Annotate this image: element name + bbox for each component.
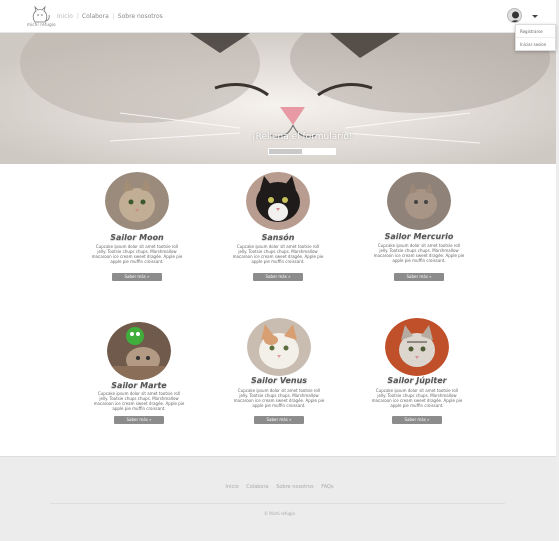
footer-link-inicio[interactable]: Inicio [225,484,238,490]
cat-photo-sailor-mercurio [387,172,451,230]
page-footer: Inicio Colabora Sobre nosotros FAQs © Mi… [0,456,559,541]
nav-item-sobre-nosotros[interactable]: Sobre nosotros [118,13,163,20]
cat-name: Sailor Júpiter [387,376,447,385]
footer-link-colabora[interactable]: Colabora [246,484,268,490]
cat-description: Cupcake ipsum dolor sit amet tootsie rol… [232,244,324,264]
saber-mas-button[interactable]: Saber más » [394,273,444,281]
cat-photo-sailor-venus [247,318,311,376]
cat-photo-sailor-marte [107,322,171,380]
saber-mas-button[interactable]: Saber más » [254,416,304,424]
saber-mas-button[interactable]: Saber más » [253,273,303,281]
top-navbar: michi refugio Inicio | Colabora | Sobre noso… [0,0,559,33]
nav-item-inicio[interactable]: Inicio [57,13,73,20]
menu-item-iniciar-sesion[interactable]: Iniciar sesion [516,37,555,49]
footer-link-sobre-nosotros[interactable]: Sobre nosotros [276,484,313,490]
saber-mas-button[interactable]: Saber más » [114,416,164,424]
cat-photo-sailor-moon [105,172,169,230]
user-dropdown-menu: Registrarse Iniciar sesion [515,24,556,51]
hero-cat-image [0,33,559,164]
footer-link-faqs[interactable]: FAQs [321,484,333,490]
brand-name: michi refugio [27,22,56,27]
saber-mas-button[interactable]: Saber más » [112,273,162,281]
cat-name: Sailor Moon [110,233,164,242]
hero-title: ¡Rellena el formulario! [252,132,353,142]
cat-name: Sailor Venus [250,376,308,385]
chevron-down-icon[interactable] [532,15,538,18]
footer-nav: Inicio Colabora Sobre nosotros FAQs [0,484,559,490]
saber-mas-button[interactable]: Saber más » [392,416,442,424]
cat-name: Sailor Mercurio [384,232,454,241]
cat-name: Sansón [261,233,295,242]
footer-divider [50,503,505,504]
copyright-text: © Michi refugio [263,511,295,516]
form-progress-fill [269,149,302,154]
cat-description: Cupcake ipsum dolor sit amet tootsie rol… [371,388,463,408]
cat-description: Cupcake ipsum dolor sit amet tootsie rol… [93,391,185,411]
cat-description: Cupcake ipsum dolor sit amet tootsie rol… [91,244,183,264]
cat-description: Cupcake ipsum dolor sit amet tootsie rol… [233,388,325,408]
form-progress-bar [268,148,336,155]
user-avatar-icon [511,11,520,22]
nav-separator: | [76,13,79,20]
main-nav: Inicio | Colabora | Sobre nosotros [57,13,167,20]
cat-photo-sanson [246,172,310,230]
nav-separator: | [112,13,115,20]
menu-item-registrarse[interactable]: Registrarse [516,25,555,37]
nav-item-colabora[interactable]: Colabora [82,13,109,20]
cat-description: Cupcake ipsum dolor sit amet tootsie rol… [373,243,465,263]
hero-banner [0,33,559,164]
user-avatar[interactable] [507,8,522,23]
cat-name: Sailor Marte [111,381,167,390]
cat-photo-sailor-jupiter [385,318,449,376]
